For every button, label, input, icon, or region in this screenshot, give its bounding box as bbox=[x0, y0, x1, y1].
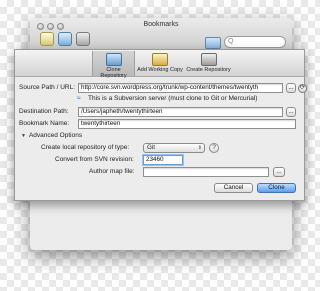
destination-path-label: Destination Path: bbox=[19, 108, 69, 115]
tab-clone-repository[interactable]: Clone Repository bbox=[92, 51, 135, 79]
destination-browse-button[interactable]: ... bbox=[286, 107, 296, 117]
author-map-browse-button[interactable]: ... bbox=[273, 167, 285, 177]
search-icon: Q bbox=[228, 38, 234, 45]
revision-row: Convert from SVN revision: bbox=[55, 156, 134, 163]
document-icon[interactable] bbox=[76, 32, 90, 46]
svn-revision-label: Convert from SVN revision: bbox=[55, 156, 134, 163]
source-path-input[interactable]: http://core.svn.wordpress.org/trunk/wp-c… bbox=[78, 83, 283, 93]
repo-type-value: Git bbox=[147, 144, 156, 151]
subversion-icon: ≈ bbox=[77, 95, 81, 102]
svn-notice-text: This is a Subversion server (must clone … bbox=[88, 95, 258, 102]
disclosure-triangle-icon: ▼ bbox=[21, 132, 26, 139]
select-arrows-icon: ⇕ bbox=[197, 145, 202, 151]
bookmarks-toolbar bbox=[40, 32, 90, 46]
refresh-icon[interactable]: ⟳ bbox=[298, 84, 307, 93]
folder-icon[interactable] bbox=[205, 37, 221, 49]
clone-repository-icon bbox=[105, 53, 122, 66]
repo-type-label: Create local repository of type: bbox=[41, 144, 130, 151]
tab-create-repository[interactable]: Create Repository bbox=[185, 51, 232, 76]
bookmark-row: Bookmark Name: bbox=[19, 120, 69, 127]
tab-label: Add Working Copy bbox=[137, 67, 183, 73]
bookmark-name-input[interactable]: twentythirteen bbox=[78, 119, 296, 129]
clone-button[interactable]: Clone bbox=[257, 183, 296, 193]
author-map-row: Author map file: bbox=[89, 168, 135, 175]
svn-notice-row: ≈ This is a Subversion server (must clon… bbox=[77, 95, 257, 102]
tab-add-working-copy[interactable]: Add Working Copy bbox=[136, 51, 184, 76]
add-working-copy-icon bbox=[152, 53, 168, 66]
advanced-options-disclosure[interactable]: ▼ Advanced Options bbox=[21, 132, 82, 139]
advanced-options-label: Advanced Options bbox=[28, 132, 83, 139]
svn-revision-input[interactable]: 23460 bbox=[143, 155, 183, 165]
repo-type-row: Create local repository of type: bbox=[41, 144, 129, 151]
destination-row: Destination Path: bbox=[19, 108, 69, 115]
tab-label: Clone Repository bbox=[100, 67, 127, 79]
cancel-button[interactable]: Cancel bbox=[214, 183, 253, 193]
help-button[interactable]: ? bbox=[209, 143, 219, 153]
author-map-label: Author map file: bbox=[89, 168, 135, 175]
source-row: Source Path / URL: bbox=[19, 84, 75, 91]
globe-icon[interactable] bbox=[58, 32, 72, 46]
bookmark-name-label: Bookmark Name: bbox=[19, 120, 70, 127]
source-browse-button[interactable]: ... bbox=[286, 83, 296, 93]
tab-label: Create Repository bbox=[186, 67, 231, 73]
destination-path-input[interactable]: /Users/japheth/twentythirteen bbox=[78, 107, 283, 117]
source-path-label: Source Path / URL: bbox=[19, 84, 75, 91]
window-title: Bookmarks bbox=[143, 21, 179, 28]
new-bookmark-icon[interactable] bbox=[40, 32, 54, 46]
sheet-toolbar: Clone Repository Add Working Copy Create… bbox=[15, 50, 304, 79]
clone-sheet: Clone Repository Add Working Copy Create… bbox=[14, 49, 307, 201]
create-repository-icon bbox=[200, 53, 217, 66]
repo-type-select[interactable]: Git ⇕ bbox=[143, 143, 205, 153]
author-map-input[interactable] bbox=[143, 167, 269, 177]
search-field[interactable]: Q bbox=[224, 36, 286, 48]
